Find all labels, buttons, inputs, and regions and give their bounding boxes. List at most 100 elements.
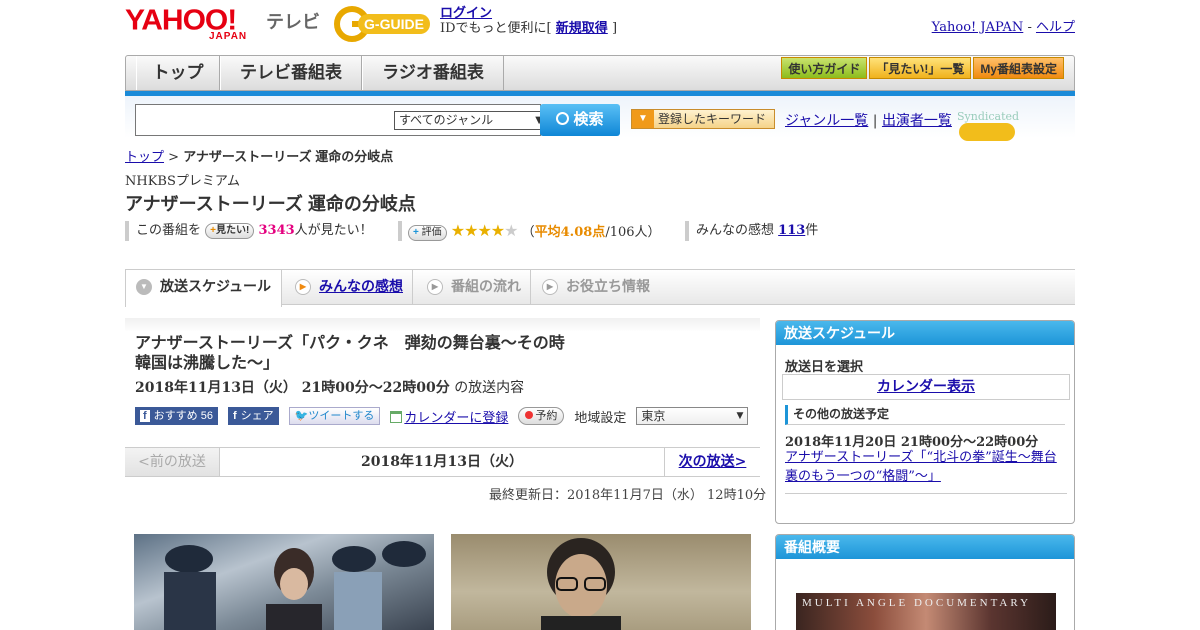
twitter-bird-icon: 🐦	[294, 410, 309, 422]
gguide-logo[interactable]: G-GUIDE	[334, 6, 434, 42]
program-info-bar: この番組を +見たい! 3343人が見たい！ + 評価 ★★★★★ （平均4.0…	[125, 221, 825, 241]
impressions-suffix: 件	[805, 223, 819, 238]
impressions-count[interactable]: 113	[778, 223, 805, 238]
search-bar: すべてのジャンル ▼ 検索 ▼ 登録したキーワード ジャンル一覧 | 出演者一覧…	[125, 96, 1075, 141]
tab-flow[interactable]: ▶ 番組の流れ	[417, 270, 531, 305]
info-divider	[685, 221, 689, 241]
facebook-icon: f	[232, 410, 237, 422]
nav-tab-radio[interactable]: ラジオ番組表	[362, 56, 504, 90]
other-broadcast-item: アナザーストーリーズ「“北斗の拳”誕生～舞台裏のもう一つの“格闘”～」	[785, 448, 1065, 486]
keyword-button[interactable]: ▼ 登録したキーワード	[631, 109, 775, 129]
next-broadcast-link[interactable]: 次の放送>	[679, 454, 747, 470]
link-divider: |	[872, 113, 878, 129]
tab-schedule[interactable]: ▼ 放送スケジュール	[125, 270, 282, 307]
rate-button[interactable]: + 評価	[408, 224, 447, 241]
calendar-register-link[interactable]: カレンダーに登録	[404, 411, 508, 426]
register-link[interactable]: 新規取得	[556, 21, 608, 36]
calendar-show-button[interactable]: カレンダー表示	[782, 374, 1070, 400]
overview-image: MULTI ANGLE DOCUMENTARY	[796, 593, 1056, 630]
want-suffix: 人が見たい！	[294, 223, 373, 238]
side-schedule-heading: 放送スケジュール	[776, 321, 1074, 345]
service-name: テレビ	[266, 12, 320, 32]
calendar-icon	[390, 410, 403, 423]
select-date-label: 放送日を選択	[785, 359, 864, 374]
tab-useful[interactable]: ▶ お役立ち情報	[532, 270, 662, 305]
plus-icon: +	[413, 226, 419, 238]
tab-impressions-label: みんなの感想	[319, 278, 403, 294]
breadcrumb-current: アナザーストーリーズ 運命の分岐点	[183, 149, 394, 164]
tab-schedule-label: 放送スケジュール	[160, 278, 272, 294]
tab-useful-label: お役立ち情報	[566, 278, 650, 294]
facebook-share-button[interactable]: f シェア	[227, 407, 279, 425]
episode-date-suffix: の放送内容	[454, 380, 525, 396]
search-button[interactable]: 検索	[540, 104, 620, 136]
side-schedule-panel: 放送スケジュール 放送日を選択 カレンダー表示 その他の放送予定 2018年11…	[775, 320, 1075, 524]
breadcrumb-sep: >	[164, 150, 184, 165]
search-icon	[556, 112, 570, 125]
triangle-down-icon: ▼	[136, 279, 152, 295]
logo-sub: JAPAN	[209, 31, 248, 42]
prev-broadcast: <前の放送	[125, 448, 220, 476]
rating-stars: ★★★★★	[450, 221, 519, 240]
syndicated-label: Syndicated	[957, 110, 1020, 123]
tweet-button[interactable]: 🐦ツイートする	[288, 407, 381, 425]
episode-photo-2	[451, 534, 751, 630]
help-link[interactable]: ヘルプ	[1036, 20, 1075, 35]
channel-name: NHKBSプレミアム	[125, 174, 240, 189]
program-tabs: ▼ 放送スケジュール ▶ みんなの感想 ▶ 番組の流れ ▶ お役立ち情報	[125, 269, 1075, 307]
rating-average: 平均4.08点	[534, 225, 606, 240]
search-input[interactable]: すべてのジャンル ▼	[135, 104, 548, 136]
reserve-button[interactable]: 予約	[518, 407, 565, 425]
nav-tab-tv[interactable]: テレビ番組表	[220, 56, 362, 90]
triangle-down-icon: ▼	[632, 110, 654, 128]
keyword-button-label: 登録したキーワード	[657, 112, 766, 126]
next-broadcast[interactable]: 次の放送>	[664, 448, 760, 476]
play-icon: ▶	[427, 279, 443, 295]
episode-date: 2018年11月13日（火） 21時00分～22時00分 の放送内容	[135, 377, 524, 397]
episode-date-value: 2018年11月13日（火） 21時00分～22時00分	[135, 380, 450, 396]
want-list-button[interactable]: 「見たい!」一覧	[869, 57, 972, 79]
record-icon	[525, 411, 534, 419]
play-icon: ▶	[295, 279, 311, 295]
tab-impressions[interactable]: ▶ みんなの感想	[285, 270, 413, 305]
want-button-label: 見たい!	[216, 224, 250, 236]
yahoo-japan-link[interactable]: Yahoo! JAPAN	[932, 20, 1024, 35]
impressions-label: みんなの感想	[696, 223, 775, 238]
impressions-group: みんなの感想 113件	[696, 221, 818, 241]
episode-photo-1	[134, 534, 434, 630]
region-select[interactable]: 東京 ▼	[636, 407, 749, 425]
want-group: この番組を +見たい! 3343人が見たい！	[136, 221, 373, 241]
fb-share-label: シェア	[240, 410, 274, 422]
episode-title-line2: 韓国は沸騰した～」	[135, 355, 280, 372]
info-divider	[398, 221, 402, 241]
yahoo-japan-logo[interactable]: YAHOO! JAPAN	[125, 6, 265, 44]
genre-select-value: すべてのジャンル	[399, 113, 494, 127]
calendar-register[interactable]: カレンダーに登録	[390, 407, 508, 426]
this-program-label: この番組を	[136, 223, 202, 238]
my-schedule-button[interactable]: My番組表設定	[973, 57, 1064, 79]
cast-list-link[interactable]: 出演者一覧	[882, 113, 952, 129]
guide-button[interactable]: 使い方ガイド	[781, 57, 868, 79]
breadcrumb-top[interactable]: トップ	[125, 150, 164, 165]
login-note-end: ]	[611, 21, 618, 36]
gguide-small-icon	[959, 123, 1015, 141]
breadcrumb: トップ > アナザーストーリーズ 運命の分岐点	[125, 146, 393, 165]
episode-panel: アナザーストーリーズ「パク・クネ 弾劾の舞台裏～その時 韓国は沸騰した～」 20…	[125, 318, 760, 448]
want-count: 3343	[258, 223, 295, 238]
facebook-recommend-button[interactable]: f おすすめ 56	[135, 407, 218, 425]
want-button[interactable]: +見たい!	[205, 222, 255, 239]
rate-button-label: 評価	[421, 226, 442, 238]
genre-list-link[interactable]: ジャンル一覧	[785, 113, 868, 129]
episode-nav: <前の放送 2018年11月13日（火） 次の放送>	[125, 447, 760, 477]
episode-title-line1: アナザーストーリーズ「パク・クネ 弾劾の舞台裏～その時	[135, 335, 565, 352]
episode-title: アナザーストーリーズ「パク・クネ 弾劾の舞台裏～その時 韓国は沸騰した～」	[135, 334, 595, 374]
nav-tab-top[interactable]: トップ	[136, 56, 220, 90]
other-broadcast-link[interactable]: アナザーストーリーズ「“北斗の拳”誕生～舞台裏のもう一つの“格闘”～」	[785, 450, 1057, 484]
calendar-show-link[interactable]: カレンダー表示	[877, 379, 975, 395]
facebook-icon: f	[140, 410, 150, 422]
login-link[interactable]: ログイン	[440, 6, 492, 21]
tab-flow-label: 番組の流れ	[451, 278, 521, 294]
rating-group: + 評価 ★★★★★ （平均4.08点/106人）	[408, 221, 661, 243]
region-select-value: 東京	[641, 409, 666, 423]
genre-select[interactable]: すべてのジャンル ▼	[394, 111, 548, 130]
